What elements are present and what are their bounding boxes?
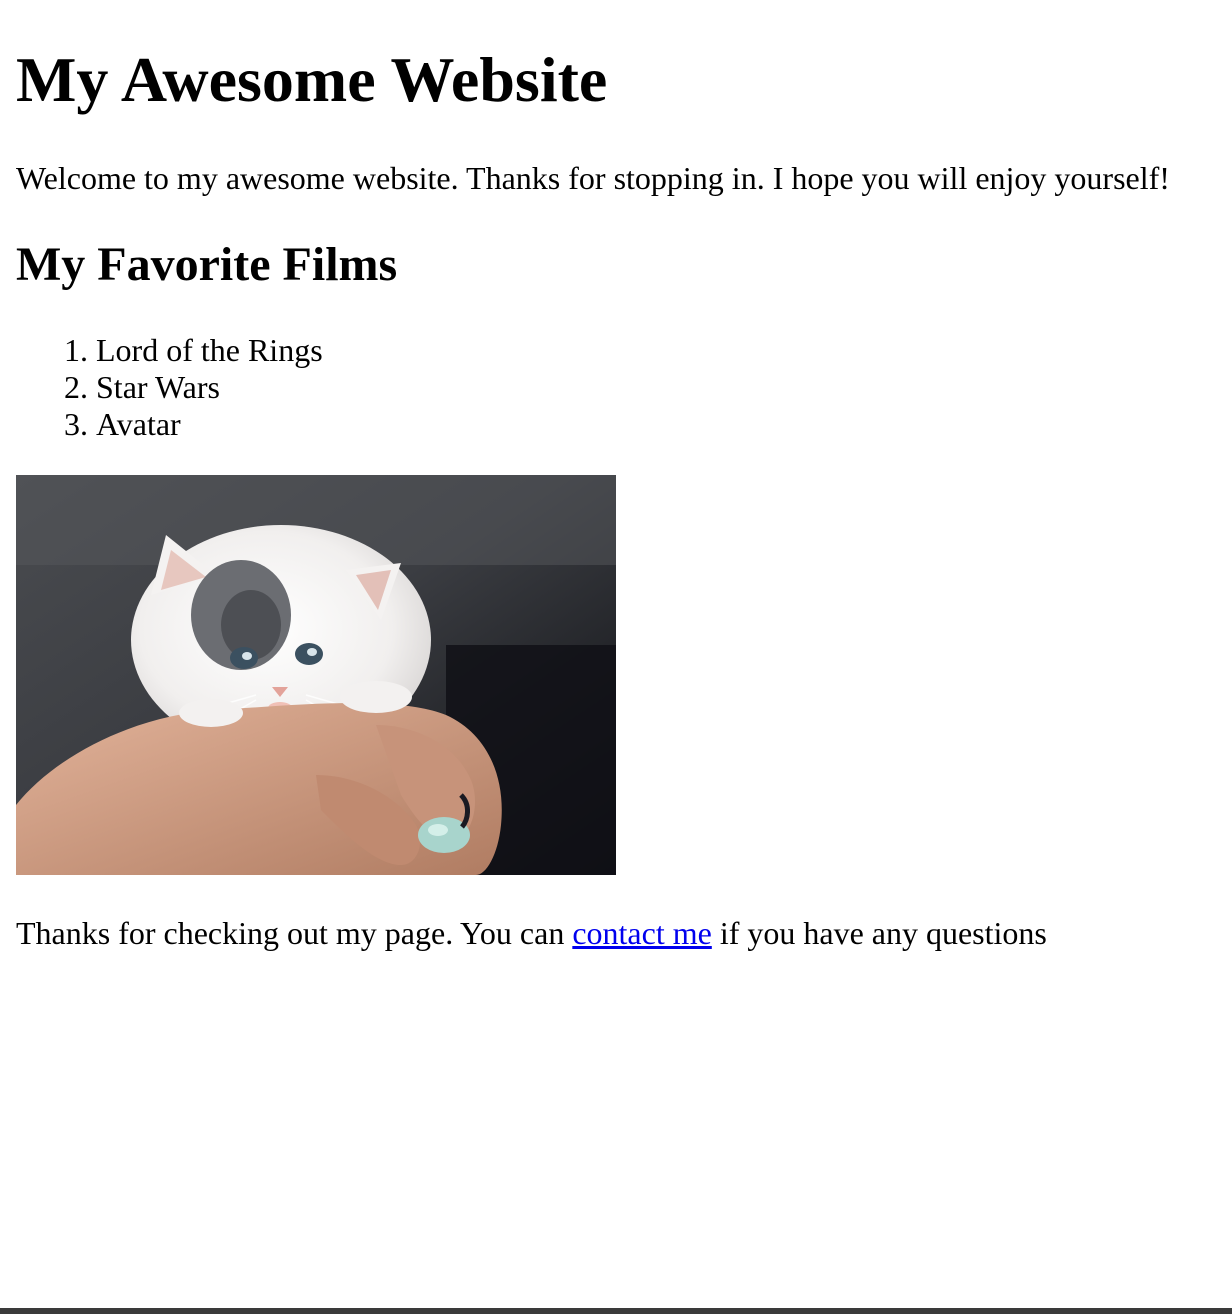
list-item: Star Wars [96,369,1216,406]
page-title: My Awesome Website [16,44,608,115]
closing-text: Thanks for checking out my page. You can… [16,915,1216,952]
list-item: Lord of the Rings [96,332,1216,369]
kitten-image [16,475,616,875]
page: My Awesome Website Welcome to my awesome… [0,0,1232,1314]
intro-text: Welcome to my awesome website. Thanks fo… [16,160,1170,196]
window-bottom-edge [0,1308,1232,1314]
films-heading: My Favorite Films [16,238,398,291]
closing-text-after: if you have any questions [711,915,1047,951]
films-list: Lord of the Rings Star Wars Avatar [16,332,1216,443]
list-item: Avatar [96,406,1216,443]
contact-link[interactable]: contact me [572,915,711,951]
closing-text-before: Thanks for checking out my page. You can [16,915,573,951]
